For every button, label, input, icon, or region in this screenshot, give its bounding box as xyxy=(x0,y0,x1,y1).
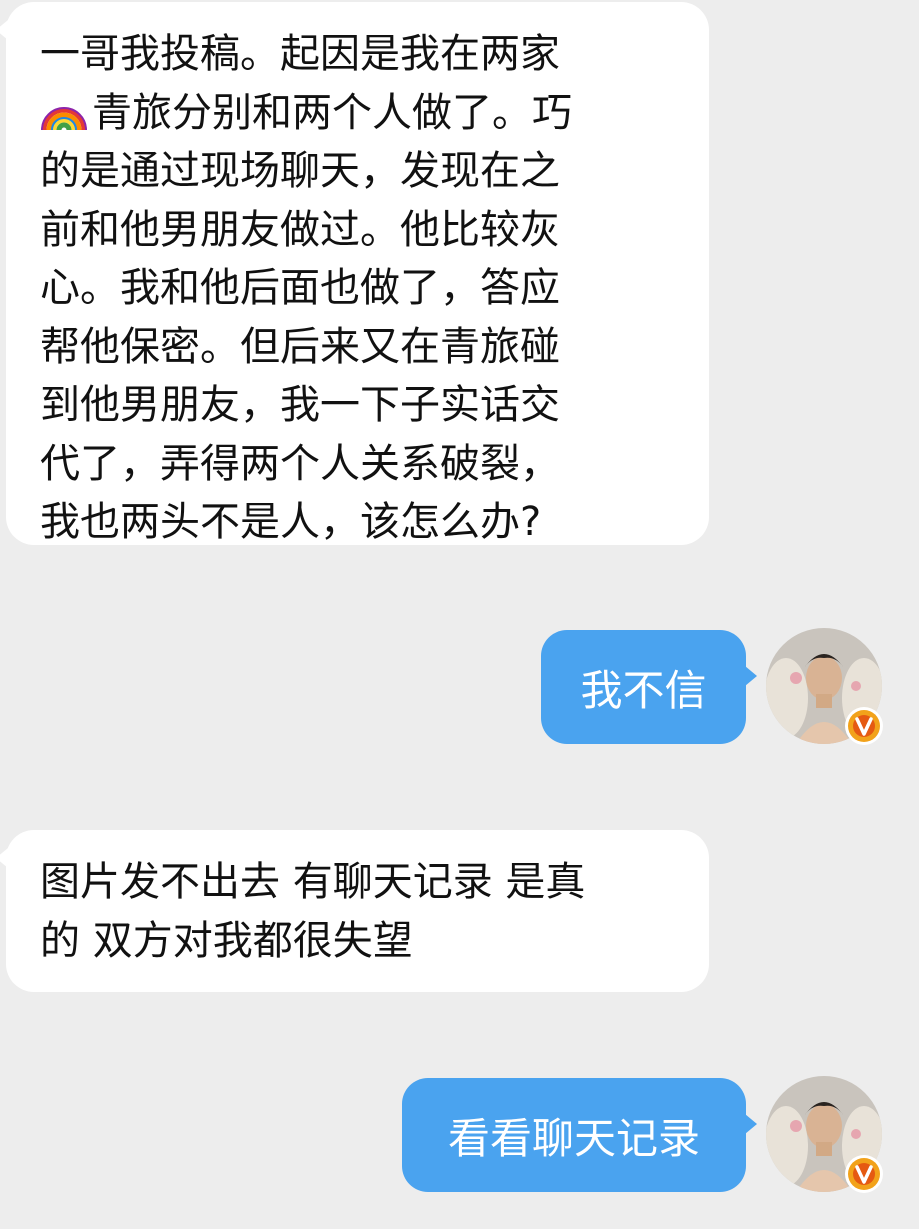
message-line: 到他男朋友，我一下子实话交 xyxy=(40,382,560,428)
message-text: 看看聊天记录 xyxy=(447,1113,700,1163)
verified-badge-icon xyxy=(845,1155,883,1193)
verified-badge-icon xyxy=(845,707,883,745)
incoming-message-bubble[interactable]: 图片发不出去 有聊天记录 是真 的 双方对我都很失望 xyxy=(0,830,709,992)
message-line: 代了，弄得两个人关系破裂， xyxy=(40,440,560,487)
message-line: 青旅分别和两个人做了。巧 xyxy=(92,89,572,136)
message-line: 我也两头不是人，该怎么办? xyxy=(40,499,542,545)
message-line: 帮他保密。但后来又在青旅碰 xyxy=(40,323,560,370)
message-line: 的是通过现场聊天，发现在之 xyxy=(40,148,560,194)
message-line: 一哥我投稿。起因是我在两家 xyxy=(40,31,560,77)
message-line-with-emoji: 青旅分别和两个人做了。巧 xyxy=(40,84,675,143)
message-line: 的 双方对我都很失望 xyxy=(40,917,413,964)
avatar[interactable] xyxy=(766,1076,883,1193)
outgoing-message-bubble[interactable]: 看看聊天记录 xyxy=(402,1078,757,1192)
rainbow-emoji-icon xyxy=(40,86,88,134)
incoming-message-bubble[interactable]: 一哥我投稿。起因是我在两家 青旅分别和两个人做了。巧 的是通过现场聊天，发现在之… xyxy=(0,2,709,545)
outgoing-message-bubble[interactable]: 我不信 xyxy=(541,630,757,744)
avatar[interactable] xyxy=(766,628,883,745)
message-line: 心。我和他后面也做了，答应 xyxy=(40,265,560,311)
message-text: 我不信 xyxy=(580,665,707,715)
message-line: 前和他男朋友做过。他比较灰 xyxy=(40,206,560,253)
message-line: 图片发不出去 有聊天记录 是真 xyxy=(40,859,586,905)
